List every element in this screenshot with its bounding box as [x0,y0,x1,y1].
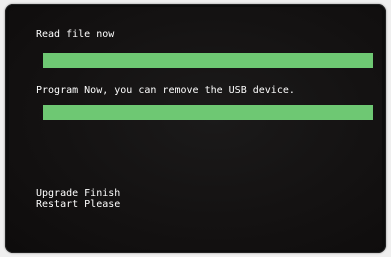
read-status-text: Read file now [36,29,115,40]
program-progress-bar [43,105,373,120]
upgrade-finish-text: Upgrade Finish [36,188,121,199]
program-status-text: Program Now, you can remove the USB devi… [36,85,295,96]
read-progress-fill [43,53,373,68]
display-screen: Read file now Program Now, you can remov… [9,7,382,250]
program-progress-fill [43,105,373,120]
display-frame: Read file now Program Now, you can remov… [5,4,386,253]
restart-please-text: Restart Please [36,199,121,210]
read-progress-bar [43,53,373,68]
